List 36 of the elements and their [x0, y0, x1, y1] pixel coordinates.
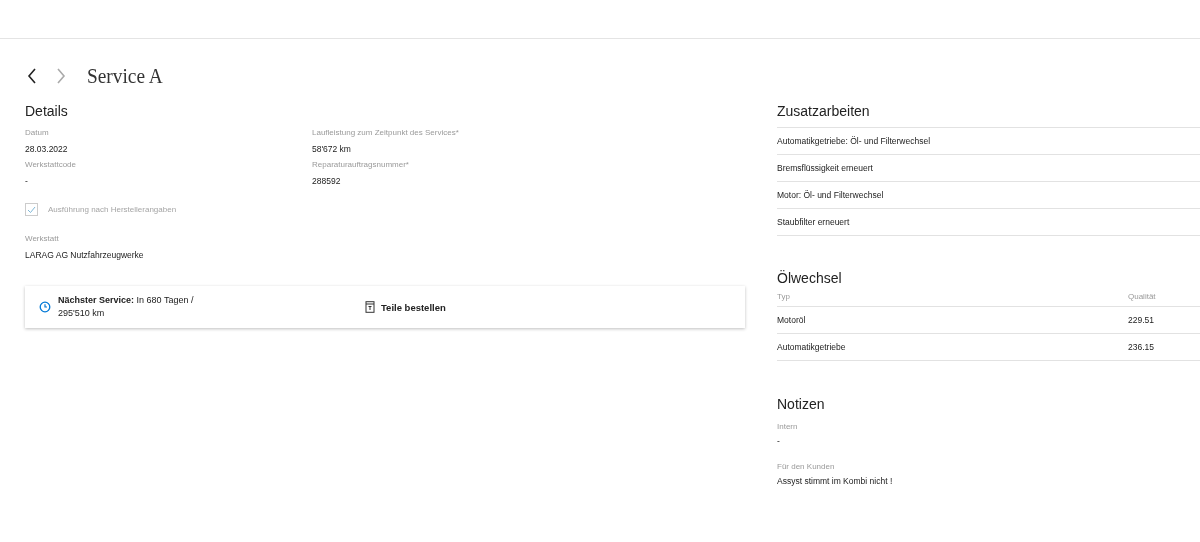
- checkmark-icon: [27, 205, 36, 214]
- field-value: 28.03.2022: [25, 144, 68, 154]
- section-heading: Details: [25, 103, 69, 119]
- back-button[interactable]: [25, 66, 39, 86]
- checkbox-label: Ausführung nach Herstellerangaben: [48, 205, 177, 214]
- field-value: LARAG AG Nutzfahrzeugwerke: [25, 250, 144, 260]
- field-value: 288592: [312, 176, 341, 186]
- field-label: Intern: [777, 422, 798, 431]
- section-heading: Ölwechsel: [777, 270, 843, 286]
- work-item: Motor: Öl- und Filterwechsel: [777, 190, 884, 200]
- work-item: Automatikgetriebe: Öl- und Filterwechsel: [777, 136, 931, 146]
- field-label: Reparaturauftragsnummer*: [312, 160, 409, 169]
- table-cell: 229.51: [1128, 315, 1154, 325]
- table-cell: Motoröl: [777, 315, 806, 325]
- section-heading: Notizen: [777, 396, 826, 412]
- clock-icon: [39, 301, 51, 313]
- field-label: Für den Kunden: [777, 462, 835, 471]
- column-header: Qualität: [1128, 291, 1156, 301]
- column-header: Typ: [777, 291, 790, 301]
- table-cell: Automatikgetriebe: [777, 342, 846, 352]
- work-item: Staubfilter erneuert: [777, 217, 850, 227]
- page-title: Service A: [87, 63, 163, 89]
- document-icon: [365, 301, 375, 313]
- field-label: Laufleistung zum Zeitpunkt des Services*: [312, 128, 459, 137]
- field-value: 58'672 km: [312, 144, 351, 154]
- work-item: Bremsflüssigkeit erneuert: [777, 163, 873, 173]
- field-label: Werkstatt: [25, 234, 59, 243]
- field-value: Assyst stimmt im Kombi nicht !: [777, 476, 893, 486]
- field-label: Datum: [25, 128, 49, 137]
- section-heading: Zusatzarbeiten: [777, 103, 1200, 128]
- next-service-text: Nächster Service: In 680 Tagen / 295'510 km: [58, 294, 195, 320]
- field-value: -: [25, 176, 28, 186]
- order-parts-button[interactable]: Teile bestellen: [365, 301, 446, 313]
- table-cell: 236.15: [1128, 342, 1154, 352]
- field-value: -: [777, 436, 780, 446]
- field-label: Werkstattcode: [25, 160, 76, 169]
